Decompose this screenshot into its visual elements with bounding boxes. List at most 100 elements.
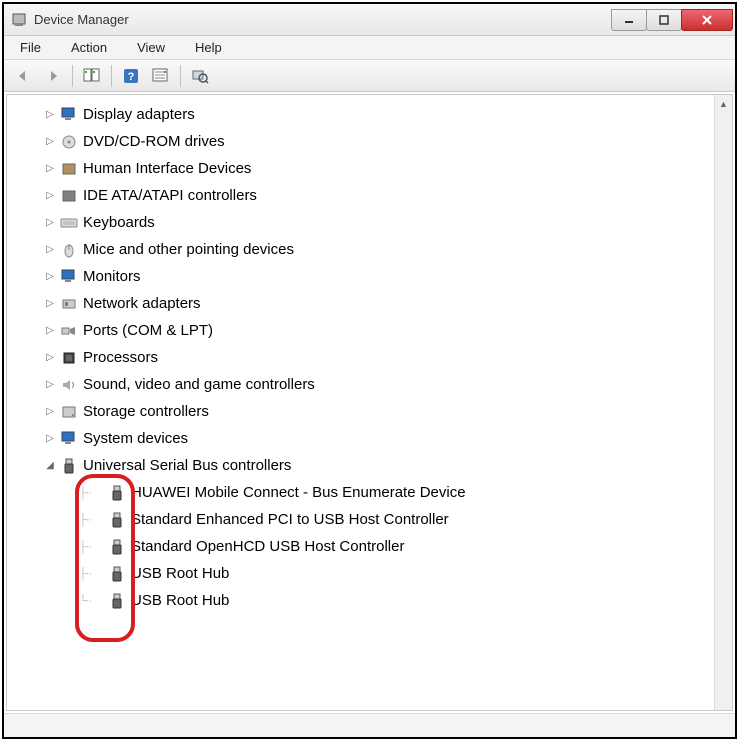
tree-item-label: Monitors (83, 268, 141, 285)
usb-icon (107, 564, 127, 584)
menu-file[interactable]: File (10, 37, 51, 58)
expander-icon[interactable]: ▷ (43, 109, 57, 120)
scan-hardware-button[interactable] (187, 64, 213, 88)
tree-item-label: USB Root Hub (131, 592, 229, 609)
tree-item-label: Display adapters (83, 106, 195, 123)
keyboard-icon (59, 213, 79, 233)
tree-child-item[interactable]: ├·· Standard OpenHCD USB Host Controller (7, 533, 714, 560)
tree-connector: ├·· (79, 514, 105, 526)
expander-icon[interactable]: ◢ (43, 460, 57, 471)
expander-icon[interactable]: ▷ (43, 433, 57, 444)
tree-item[interactable]: ▷ Monitors (7, 263, 714, 290)
tree-item[interactable]: ▷ Storage controllers (7, 398, 714, 425)
expander-icon[interactable]: ▷ (43, 244, 57, 255)
tree-item-label: Universal Serial Bus controllers (83, 457, 291, 474)
expander-icon[interactable]: ▷ (43, 271, 57, 282)
usb-icon (107, 483, 127, 503)
tree-item-label: DVD/CD-ROM drives (83, 133, 225, 150)
tree-item[interactable]: ▷ Sound, video and game controllers (7, 371, 714, 398)
menubar: File Action View Help (4, 36, 735, 60)
back-button[interactable] (10, 64, 36, 88)
tree-item-label: Sound, video and game controllers (83, 376, 315, 393)
tree-child-item[interactable]: ├··Standard Enhanced PCI to USB Host Con… (7, 506, 714, 533)
expander-icon[interactable]: ▷ (43, 406, 57, 417)
tree-item-label: Mice and other pointing devices (83, 241, 294, 258)
toolbar-separator (180, 65, 181, 87)
titlebar: Device Manager (4, 4, 735, 36)
help-button[interactable]: ? (118, 64, 144, 88)
menu-help[interactable]: Help (185, 37, 232, 58)
storage-icon (59, 402, 79, 422)
tree-connector: ├·· (79, 487, 105, 499)
tree-item[interactable]: ▷ Network adapters (7, 290, 714, 317)
app-icon (10, 11, 28, 29)
expander-icon[interactable]: ▷ (43, 298, 57, 309)
optical-icon (59, 132, 79, 152)
minimize-button[interactable] (611, 9, 647, 31)
tree-item-label: Human Interface Devices (83, 160, 251, 177)
tree-item-label: Keyboards (83, 214, 155, 231)
toolbar-separator (111, 65, 112, 87)
window-controls (612, 9, 733, 31)
tree-connector: ├·· (79, 541, 105, 553)
expander-icon[interactable]: ▷ (43, 136, 57, 147)
network-icon (59, 294, 79, 314)
close-button[interactable] (681, 9, 733, 31)
usb-icon (107, 591, 127, 611)
device-manager-window: Device Manager File Action View Help (2, 2, 737, 739)
tree-item[interactable]: ▷ Human Interface Devices (7, 155, 714, 182)
menu-action[interactable]: Action (61, 37, 117, 58)
toolbar-separator (72, 65, 73, 87)
mouse-icon (59, 240, 79, 260)
tree-item-label: HUAWEI Mobile Connect - Bus Enumerate De… (131, 484, 466, 501)
device-tree[interactable]: ▷ Display adapters ▷ DVD/CD-ROM drives ▷ Huma… (7, 95, 714, 710)
tree-item-label: Network adapters (83, 295, 201, 312)
maximize-button[interactable] (646, 9, 682, 31)
tree-item-label: Storage controllers (83, 403, 209, 420)
tree-item[interactable]: ▷ Processors (7, 344, 714, 371)
tree-item[interactable]: ▷ DVD/CD-ROM drives (7, 128, 714, 155)
tree-item-label: Ports (COM & LPT) (83, 322, 213, 339)
tree-child-item[interactable]: └·· USB Root Hub (7, 587, 714, 614)
monitor-icon (59, 267, 79, 287)
sound-icon (59, 375, 79, 395)
expander-icon[interactable]: ▷ (43, 217, 57, 228)
tree-item[interactable]: ▷ Mice and other pointing devices (7, 236, 714, 263)
forward-button[interactable] (40, 64, 66, 88)
window-title: Device Manager (34, 12, 612, 27)
usb-icon (107, 537, 127, 557)
ide-icon (59, 186, 79, 206)
expander-icon[interactable]: ▷ (43, 379, 57, 390)
expander-icon[interactable]: ▷ (43, 325, 57, 336)
tree-item-label: Standard OpenHCD USB Host Controller (131, 538, 404, 555)
scroll-up-arrow[interactable]: ▲ (715, 95, 732, 113)
tree-item[interactable]: ▷ Ports (COM & LPT) (7, 317, 714, 344)
tree-item-label: IDE ATA/ATAPI controllers (83, 187, 257, 204)
svg-text:?: ? (128, 71, 135, 83)
expander-icon[interactable]: ▷ (43, 190, 57, 201)
system-icon (59, 429, 79, 449)
tree-child-item[interactable]: ├·· USB Root Hub (7, 560, 714, 587)
tree-item[interactable]: ◢ Universal Serial Bus controllers (7, 452, 714, 479)
expander-icon[interactable]: ▷ (43, 163, 57, 174)
tree-connector: ├·· (79, 568, 105, 580)
statusbar (4, 713, 735, 737)
tree-item[interactable]: ▷ Keyboards (7, 209, 714, 236)
tree-item-label: System devices (83, 430, 188, 447)
tree-content-area: ▷ Display adapters ▷ DVD/CD-ROM drives ▷ Huma… (6, 94, 733, 711)
tree-item-label: USB Root Hub (131, 565, 229, 582)
tree-item[interactable]: ▷ System devices (7, 425, 714, 452)
tree-item[interactable]: ▷ IDE ATA/ATAPI controllers (7, 182, 714, 209)
tree-item[interactable]: ▷ Display adapters (7, 101, 714, 128)
tree-item-label: Processors (83, 349, 158, 366)
cpu-icon (59, 348, 79, 368)
expander-icon[interactable]: ▷ (43, 352, 57, 363)
show-hide-console-button[interactable] (79, 64, 105, 88)
hid-icon (59, 159, 79, 179)
tree-connector: └·· (79, 595, 105, 607)
vertical-scrollbar[interactable]: ▲ (714, 95, 732, 710)
port-icon (59, 321, 79, 341)
properties-button[interactable] (148, 64, 174, 88)
tree-child-item[interactable]: ├·· HUAWEI Mobile Connect - Bus Enumerate… (7, 479, 714, 506)
menu-view[interactable]: View (127, 37, 175, 58)
